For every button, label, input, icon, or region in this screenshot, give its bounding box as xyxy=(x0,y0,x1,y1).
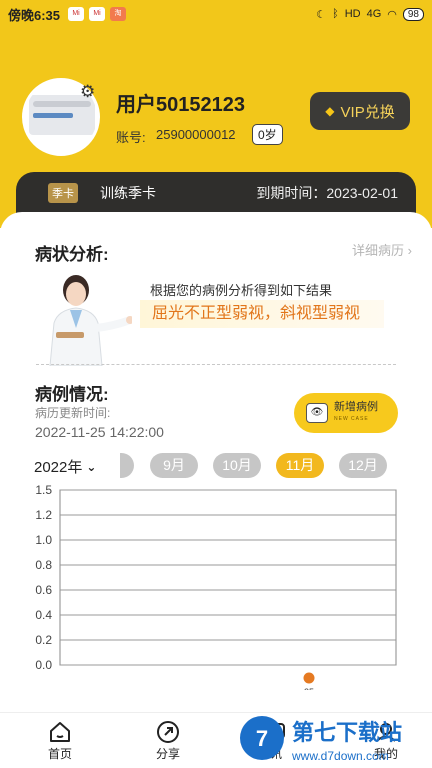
nav-share[interactable]: 分享 xyxy=(138,719,198,762)
new-case-sub: NEW CASE xyxy=(334,416,369,422)
new-case-label: 新增病例 xyxy=(334,401,378,413)
analysis-title: 病状分析: xyxy=(35,245,109,264)
signal-text: 4G xyxy=(366,8,382,20)
bluetooth-icon: ᛒ xyxy=(332,8,339,20)
membership-card[interactable]: 季卡 训练季卡 到期时间：2023-02-01 xyxy=(16,172,416,214)
moon-icon: ☾ xyxy=(316,8,327,21)
chevron-down-icon: ⌄ xyxy=(86,459,97,474)
eye-chart-icon: 👁 xyxy=(306,403,328,423)
y-tick-label: 1.5 xyxy=(35,483,52,497)
card-tag: 季卡 xyxy=(48,183,78,203)
gear-icon[interactable]: ⚙ xyxy=(80,82,95,102)
vip-exchange-button[interactable]: ◆ VIP兑换 xyxy=(310,92,410,130)
status-indicators: ☾ ᛒ HD 4G ◠ 98 xyxy=(316,7,424,21)
month-pill-sep[interactable]: 9月 xyxy=(150,453,198,478)
new-case-text: 新增病例 NEW CASE xyxy=(334,401,378,425)
vision-chart: 1.5 1.2 1.0 0.8 0.6 0.4 0.2 0.0 25 xyxy=(35,483,397,690)
detail-record-label: 详细病历 xyxy=(352,243,405,258)
y-tick-label: 0.2 xyxy=(35,633,52,647)
site-watermark: 7 第七下载站 www.d7down.com xyxy=(240,716,402,763)
mi-icon: Mi xyxy=(68,7,85,21)
status-time: 傍晚6:35 xyxy=(8,7,61,23)
nav-home[interactable]: 首页 xyxy=(30,719,90,762)
age-badge: 0岁 xyxy=(252,124,283,145)
y-tick-label: 0.4 xyxy=(35,608,52,622)
year-value: 2022年 xyxy=(34,459,83,476)
x-tick-label: 25 xyxy=(304,687,314,690)
username: 用户50152123 xyxy=(116,94,245,116)
update-label: 病历更新时间: xyxy=(35,406,111,420)
month-pill-dec[interactable]: 12月 xyxy=(339,453,387,478)
card-expiry: 到期时间：2023-02-01 xyxy=(256,185,398,201)
svg-text:7: 7 xyxy=(256,726,268,751)
month-pill-oct[interactable]: 10月 xyxy=(213,453,261,478)
y-tick-label: 0.0 xyxy=(35,658,52,672)
year-dropdown[interactable]: 2022年 ⌄ xyxy=(34,456,96,477)
doctor-illustration xyxy=(49,275,132,366)
account-label: 账号: xyxy=(116,130,146,145)
detail-record-link[interactable]: 详细病历 › xyxy=(352,240,412,259)
watermark-url: www.d7down.com xyxy=(291,749,389,763)
battery-level: 98 xyxy=(402,7,424,21)
y-tick-label: 1.2 xyxy=(35,508,52,522)
nav-home-label: 首页 xyxy=(47,747,72,761)
divider xyxy=(36,364,396,365)
y-tick-label: 0.8 xyxy=(35,558,52,572)
home-icon xyxy=(30,719,90,745)
mi-icon: Mi xyxy=(89,7,106,21)
vip-exchange-label: VIP兑换 xyxy=(340,103,395,121)
cases-title: 病例情况: xyxy=(35,385,109,404)
share-icon xyxy=(138,719,198,745)
status-bar: 傍晚6:35 Mi Mi 淘 ☾ ᛒ HD 4G ◠ 98 xyxy=(0,0,432,28)
card-name: 训练季卡 xyxy=(100,185,156,201)
new-case-button[interactable]: 👁 新增病例 NEW CASE xyxy=(294,393,398,433)
wifi-icon: ◠ xyxy=(387,8,397,21)
chevron-right-icon: › xyxy=(407,243,412,258)
y-tick-label: 0.6 xyxy=(35,583,52,597)
watermark-brand: 第七下载站 xyxy=(292,720,402,745)
taobao-icon: 淘 xyxy=(110,7,127,21)
diamond-icon: ◆ xyxy=(325,104,335,118)
hd-icon: HD xyxy=(344,8,361,20)
account-number: 25900000012 xyxy=(156,127,236,142)
data-point xyxy=(303,672,315,684)
analysis-result: 屈光不正型弱视，斜视型弱视 xyxy=(140,300,384,328)
nav-share-label: 分享 xyxy=(155,747,180,761)
y-tick-label: 1.0 xyxy=(35,533,52,547)
update-time: 2022-11-25 14:22:00 xyxy=(35,424,164,440)
plot-frame xyxy=(59,489,397,666)
month-pill-nov[interactable]: 11月 xyxy=(276,453,324,478)
analysis-intro: 根据您的病例分析得到如下结果 xyxy=(150,283,333,298)
